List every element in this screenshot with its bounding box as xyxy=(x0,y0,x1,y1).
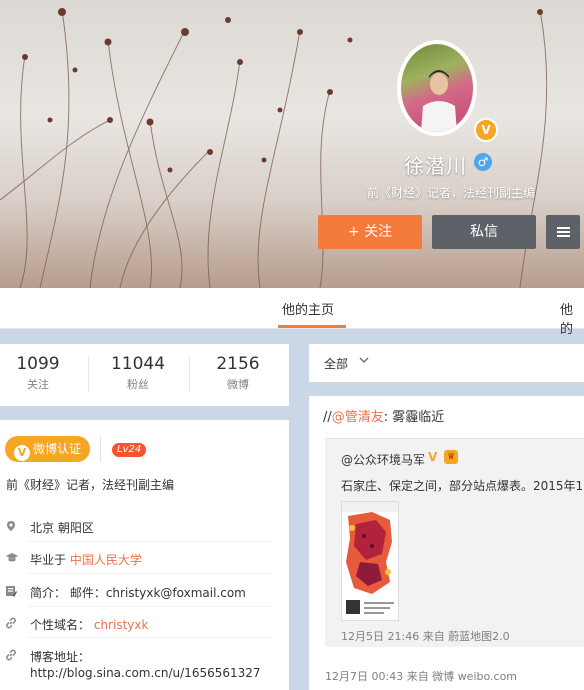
feed-card: //@管清友: 雾霾临近 @公众环境马军 V ♛ 石家庄、保定之间，部分站点爆表… xyxy=(309,396,584,690)
domain-label: 个性域名： xyxy=(30,618,91,632)
divider xyxy=(100,436,101,462)
verified-v-icon: V xyxy=(428,450,438,464)
message-button[interactable]: 私信 xyxy=(432,215,536,249)
level-badge[interactable]: Lv24 xyxy=(112,443,147,457)
map-thumbnail-image[interactable] xyxy=(341,501,399,621)
gender-male-icon: ♂ xyxy=(474,153,492,171)
profile-name: 徐潜川 xyxy=(404,154,467,178)
education-text: 毕业于 中国人民大学 xyxy=(30,551,142,568)
row-divider xyxy=(28,573,272,574)
quoted-meta: 12月5日 21:46 来自 蔚蓝地图2.0 xyxy=(341,630,510,643)
tab-home[interactable]: 他的主页 xyxy=(282,299,334,318)
avatar[interactable] xyxy=(401,44,473,132)
graduation-cap-icon xyxy=(5,552,18,564)
stat-value: 11044 xyxy=(110,354,166,374)
stat-fans[interactable]: 11044 粉丝 xyxy=(104,354,172,392)
mention-link[interactable]: @管清友 xyxy=(332,410,384,425)
stat-value: 2156 xyxy=(216,354,260,374)
post-prefix: // xyxy=(323,410,332,425)
post-meta: 12月7日 00:43 来自 微博 weibo.com xyxy=(325,670,518,683)
stat-following[interactable]: 1099 关注 xyxy=(10,354,66,392)
domain-text: 个性域名： christyxk xyxy=(30,616,148,633)
row-divider xyxy=(28,541,272,542)
chevron-down-icon xyxy=(359,355,369,368)
hamburger-icon xyxy=(557,227,570,237)
verified-v-icon: V xyxy=(14,445,30,461)
verify-label: 微博认证 xyxy=(33,442,82,456)
verified-badge-icon: V xyxy=(474,118,498,142)
row-divider xyxy=(28,606,272,607)
stat-divider xyxy=(88,356,89,392)
location-text: 北京 朝阳区 xyxy=(30,521,94,535)
profile-bio: 前《财经》记者，法经刊副主编 xyxy=(367,186,536,200)
verify-description: 前《财经》记者，法经刊副主编 xyxy=(6,478,175,492)
quoted-author-link[interactable]: @公众环境马军 xyxy=(341,451,425,468)
post-body: : 雾霾临近 xyxy=(383,410,445,425)
tab-active-indicator xyxy=(278,325,346,328)
crown-badge-icon: ♛ xyxy=(444,450,458,464)
feed-column: 全部 //@管清友: 雾霾临近 @公众环境马军 V ♛ 石家庄、保定之间，部分站… xyxy=(309,344,584,690)
feed-filter[interactable]: 全部 xyxy=(309,344,584,382)
education-prefix: 毕业于 xyxy=(30,553,67,567)
post-text: //@管清友: 雾霾临近 xyxy=(323,406,444,425)
quoted-post[interactable]: @公众环境马军 V ♛ 石家庄、保定之间，部分站点爆表。2015年12 12月5… xyxy=(325,438,584,647)
stat-divider xyxy=(189,356,190,392)
follow-button[interactable]: + 关注 xyxy=(318,215,422,249)
stat-posts[interactable]: 2156 微博 xyxy=(210,354,266,392)
intro-text: 简介： 邮件：christyxk@foxmail.com xyxy=(30,586,246,600)
weibo-verify-badge[interactable]: V 微博认证 xyxy=(5,436,90,462)
stat-label: 粉丝 xyxy=(127,378,149,391)
school-link[interactable]: 中国人民大学 xyxy=(70,553,142,567)
edit-note-icon xyxy=(5,585,17,597)
blog-label: 博客地址： xyxy=(30,650,91,664)
domain-link[interactable]: christyxk xyxy=(94,618,149,632)
stat-value: 1099 xyxy=(16,354,60,374)
profile-tabs: 他的主页 他的 xyxy=(0,288,584,337)
filter-label: 全部 xyxy=(324,357,349,371)
stat-label: 关注 xyxy=(27,378,49,391)
link-icon xyxy=(5,649,17,661)
profile-cover: V 徐潜川 ♂ 前《财经》记者，法经刊副主编 + 关注 私信 xyxy=(0,0,584,288)
tab-other[interactable]: 他的 xyxy=(560,299,584,337)
link-icon xyxy=(5,617,17,629)
air-quality-map-graphic xyxy=(342,502,398,620)
blog-link[interactable]: http://blog.sina.com.cn/u/1656561327 xyxy=(30,666,261,680)
row-divider xyxy=(28,637,272,638)
quoted-text: 石家庄、保定之间，部分站点爆表。2015年12 xyxy=(341,479,584,493)
stat-label: 微博 xyxy=(227,378,249,391)
avatar-person-image xyxy=(421,70,457,132)
stats-panel: 1099 关注 11044 粉丝 2156 微博 xyxy=(0,344,289,406)
more-menu-button[interactable] xyxy=(546,215,580,249)
location-pin-icon xyxy=(5,520,17,532)
